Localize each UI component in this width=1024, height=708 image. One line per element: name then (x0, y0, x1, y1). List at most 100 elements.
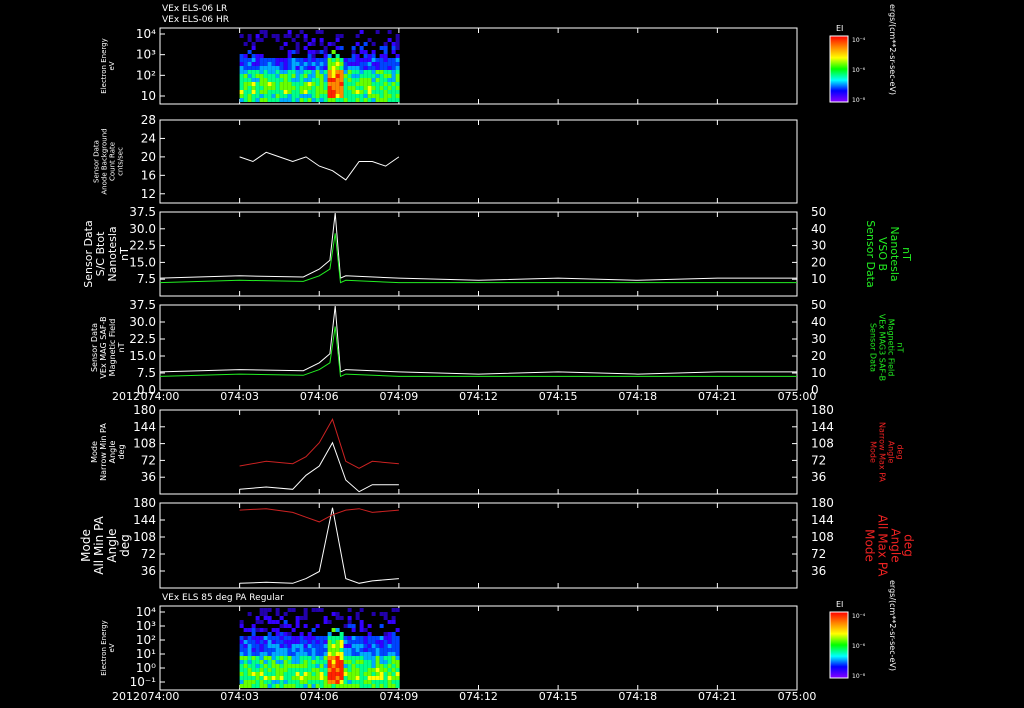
spectrogram-cell (339, 660, 344, 664)
y2-tick-label: 20 (811, 255, 826, 269)
spectrogram-cell (247, 660, 252, 664)
spectrogram-cell (375, 82, 380, 86)
spectrogram-cell (259, 70, 264, 74)
spectrogram-cell (319, 50, 324, 54)
spectrogram-cell (371, 98, 376, 102)
spectrogram-cell (323, 636, 328, 640)
spectrogram-cell (355, 684, 360, 688)
time-axis-tick-label: 074:00 (141, 390, 180, 403)
spectrogram-cell (247, 34, 252, 38)
spectrogram-cell (351, 70, 356, 74)
spectrogram-cell (303, 636, 308, 640)
spectrogram-cell (251, 70, 256, 74)
spectrogram-cell (387, 82, 392, 86)
y-tick-label: 72 (141, 453, 156, 467)
spectrogram-cell (283, 70, 288, 74)
spectrogram-cell (371, 656, 376, 660)
series-line (239, 507, 399, 584)
spectrogram-cell (331, 78, 336, 82)
spectrogram-cell (335, 672, 340, 676)
spectrogram-cell (379, 82, 384, 86)
spectrogram-cell (371, 70, 376, 74)
spectrogram-cell (355, 74, 360, 78)
spectrogram-cell (247, 94, 252, 98)
spectrogram-cell (303, 86, 308, 90)
spectrogram-cell (359, 684, 364, 688)
spectrogram-cell (323, 644, 328, 648)
spectrogram-cell (339, 82, 344, 86)
spectrogram-cell (367, 82, 372, 86)
y-tick-label: 28 (141, 113, 156, 127)
spectrogram-cell (363, 54, 368, 58)
spectrogram-cell (315, 640, 320, 644)
spectrogram-cell (287, 680, 292, 684)
spectrogram-cell (331, 644, 336, 648)
spectrogram-cell (307, 660, 312, 664)
spectrogram-cell (259, 74, 264, 78)
spectrogram-cell (291, 98, 296, 102)
spectrogram-cell (299, 66, 304, 70)
spectrogram-cell (343, 74, 348, 78)
spectrogram-cell (291, 74, 296, 78)
spectrogram-cell (383, 66, 388, 70)
spectrogram-cell (319, 90, 324, 94)
spectrogram-cell (351, 62, 356, 66)
spectrogram-cell (375, 664, 380, 668)
spectrogram-cell (275, 82, 280, 86)
y2-axis-label-line: Angle (889, 528, 903, 562)
spectrogram-cell (355, 668, 360, 672)
spectrogram-cell (379, 636, 384, 640)
spectrogram-cell (355, 672, 360, 676)
spectrogram-cell (311, 90, 316, 94)
y-tick-label: 7.5 (137, 366, 156, 380)
spectrogram-cell (279, 90, 284, 94)
time-axis-year: 2012 (112, 390, 140, 403)
spectrogram-cell (359, 640, 364, 644)
spectrogram-cell (307, 78, 312, 82)
spectrogram-cell (351, 624, 356, 628)
spectrogram-cell (327, 66, 332, 70)
spectrogram-cell (267, 62, 272, 66)
spectrogram-cell (367, 62, 372, 66)
spectrogram-cell (391, 680, 396, 684)
series-line (159, 233, 797, 284)
spectrogram-cell (247, 66, 252, 70)
spectrogram-cell (311, 98, 316, 102)
spectrogram-cell (291, 672, 296, 676)
time-axis: 2012 074:00 074:03 074:06 074:09 074:12 074:15… (112, 690, 816, 703)
spectrogram-cell (359, 74, 364, 78)
spectrogram-cell (387, 632, 392, 636)
spectrogram-cell (251, 98, 256, 102)
spectrogram-cell (379, 98, 384, 102)
spectrogram-cell (243, 70, 248, 74)
spectrogram-cell (331, 672, 336, 676)
spectrogram-cell (327, 620, 332, 624)
spectrogram-cell (319, 640, 324, 644)
spectrogram-cell (383, 652, 388, 656)
spectrogram-cell (375, 66, 380, 70)
spectrogram-cell (303, 648, 308, 652)
spectrogram-cell (295, 42, 300, 46)
spectrogram-cell (299, 90, 304, 94)
spectrogram-cell (355, 652, 360, 656)
spectrogram-cell (283, 624, 288, 628)
spectrogram-cell (251, 82, 256, 86)
spectrogram-cell (295, 74, 300, 78)
spectrogram-cell (359, 680, 364, 684)
spectrogram-cell (387, 676, 392, 680)
spectrogram-cell (271, 672, 276, 676)
spectrogram-cell (371, 54, 376, 58)
spectrogram-cell (283, 684, 288, 688)
spectrogram-cell (275, 78, 280, 82)
spectrogram-cell (363, 98, 368, 102)
spectrogram-cell (311, 86, 316, 90)
spectrogram-cell (255, 78, 260, 82)
spectrogram-cell (387, 70, 392, 74)
spectrogram-cell (263, 62, 268, 66)
spectrogram-cell (343, 684, 348, 688)
spectrogram-cell (251, 90, 256, 94)
spectrogram-cell (335, 58, 340, 62)
spectrogram-cell (319, 668, 324, 672)
spectrogram-cell (279, 676, 284, 680)
spectrogram-cell (271, 90, 276, 94)
